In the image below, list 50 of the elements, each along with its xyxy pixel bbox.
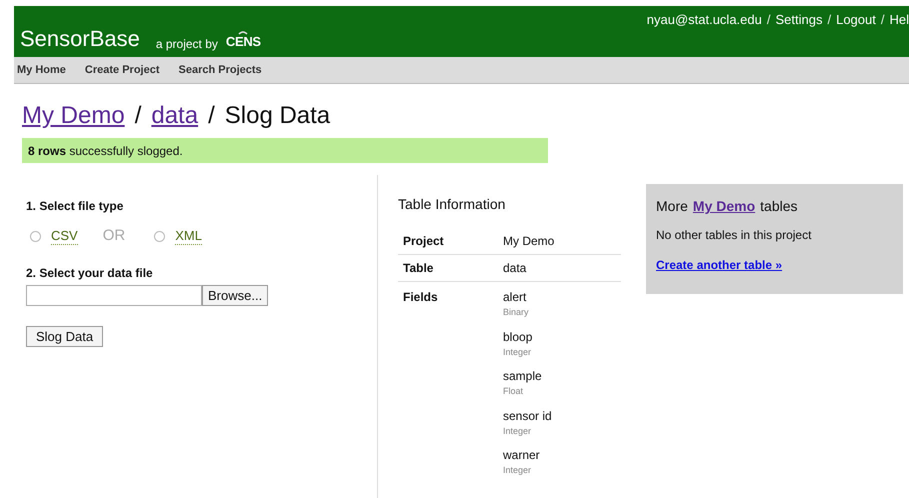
- step-label: 1. Select file type: [26, 198, 124, 215]
- separator: /: [766, 11, 770, 29]
- or-text: OR: [102, 226, 126, 246]
- radio-label[interactable]: XML: [175, 228, 202, 245]
- field-name: sample: [503, 368, 543, 385]
- separator: /: [134, 101, 142, 131]
- separator: /: [827, 11, 832, 29]
- field-name: alert: [503, 289, 528, 306]
- box-title: tables: [760, 197, 798, 216]
- radio-button[interactable]: [154, 230, 166, 242]
- page-title: Slog Data: [224, 101, 330, 131]
- row-label: Fields: [402, 289, 439, 306]
- nav-link[interactable]: My Home: [17, 62, 66, 78]
- header-link[interactable]: Hel: [889, 10, 909, 30]
- project-link[interactable]: My Demo: [692, 196, 756, 217]
- site-title[interactable]: SensorBase: [20, 22, 140, 55]
- tagline: a project by: [156, 36, 218, 53]
- separator: /: [880, 11, 884, 29]
- logo: CENS: [226, 30, 261, 49]
- row-value: data: [503, 260, 526, 277]
- separator: /: [208, 101, 215, 131]
- nav-link[interactable]: Create Project: [84, 62, 160, 78]
- field-name: bloop: [503, 328, 534, 346]
- browse-button[interactable]: Browse...: [202, 284, 268, 306]
- breadcrumb-link[interactable]: My Demo: [22, 98, 125, 134]
- slog-data-button[interactable]: Slog Data: [26, 326, 104, 346]
- field-type: Float: [503, 385, 524, 398]
- row-label: Table: [402, 260, 434, 277]
- row-value: My Demo: [503, 233, 554, 250]
- field-type: Integer: [503, 346, 532, 359]
- field-type: Integer: [503, 464, 532, 477]
- file-path-field[interactable]: [26, 284, 202, 306]
- section-title: Table Information: [398, 195, 506, 214]
- field-name: sensor id: [503, 408, 552, 424]
- breadcrumb-link[interactable]: data: [151, 98, 198, 134]
- nav-link[interactable]: Search Projects: [178, 62, 262, 78]
- radio-label[interactable]: CSV: [51, 228, 78, 245]
- box-title: More: [656, 197, 688, 216]
- header-link[interactable]: Settings: [775, 10, 822, 30]
- header-link[interactable]: Logout: [836, 10, 876, 30]
- create-table-link[interactable]: Create another table »: [656, 256, 903, 274]
- field-type: Binary: [503, 306, 530, 319]
- field-name: warner: [503, 447, 541, 464]
- radio-button[interactable]: [30, 230, 41, 242]
- success-notice: 8 rows successfully slogged.: [22, 138, 548, 163]
- field-type: Integer: [503, 424, 532, 438]
- step-label: 2. Select your data file: [26, 264, 154, 282]
- row-label: Project: [402, 233, 445, 250]
- header-link[interactable]: nyau@stat.ucla.edu: [646, 10, 762, 30]
- box-message: No other tables in this project: [656, 227, 812, 244]
